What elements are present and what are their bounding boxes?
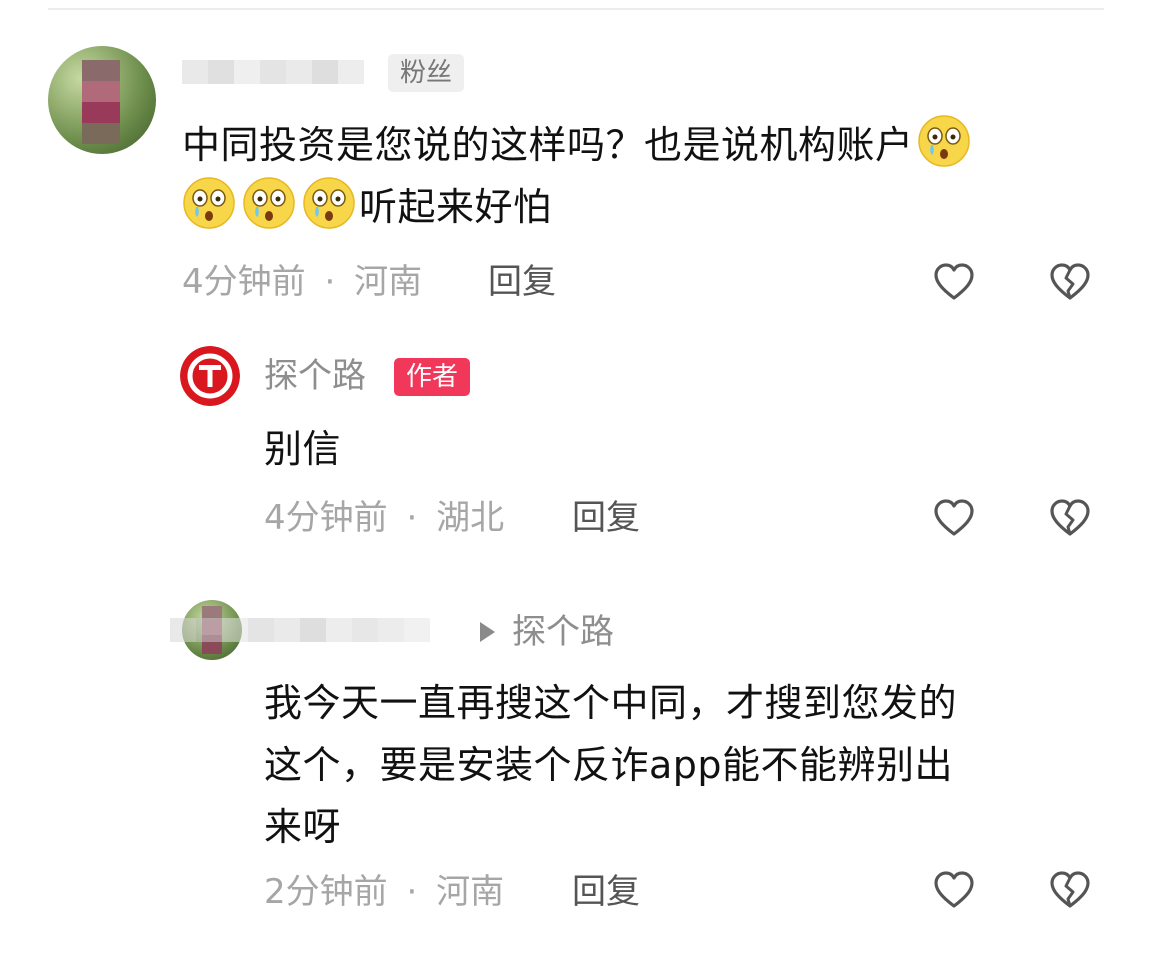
author-logo-icon (180, 346, 240, 406)
reply-arrow-icon (480, 622, 495, 642)
timestamp: 4分钟前 (182, 262, 306, 302)
like-heart-icon[interactable] (932, 868, 976, 912)
separator: · (406, 872, 418, 912)
location: 河南 (354, 262, 423, 302)
comment-text: 我今天一直再搜这个中同，才搜到您发的 这个，要是安装个反诈app能不能辨别出 来… (264, 672, 1124, 858)
comment-text-line: 中同投资是您说的这样吗？也是说机构账户 (182, 123, 914, 167)
dislike-broken-heart-icon[interactable] (1048, 260, 1092, 304)
avatar[interactable] (48, 46, 156, 154)
timestamp: 4分钟前 (264, 498, 388, 538)
reply-button[interactable]: 回复 (488, 262, 556, 302)
crying-face-emoji-icon (302, 176, 356, 230)
location: 河南 (436, 872, 505, 912)
crying-face-emoji-icon (182, 176, 236, 230)
crying-face-emoji-icon (242, 176, 296, 230)
comment-text-line: 这个，要是安装个反诈app能不能辨别出 (264, 743, 954, 787)
reply-button[interactable]: 回复 (572, 498, 640, 538)
like-heart-icon[interactable] (932, 496, 976, 540)
comment-text-line: 来呀 (264, 805, 342, 849)
separator: · (406, 498, 418, 538)
like-heart-icon[interactable] (932, 260, 976, 304)
separator: · (324, 262, 336, 302)
comment-text-line: 我今天一直再搜这个中同，才搜到您发的 (264, 681, 958, 725)
timestamp: 2分钟前 (264, 872, 388, 912)
fan-badge: 粉丝 (388, 54, 465, 92)
comment-text-line: 听起来好怕 (359, 185, 552, 229)
author-avatar[interactable] (180, 346, 240, 406)
blurred-username (170, 618, 430, 642)
crying-face-emoji-icon (917, 114, 971, 168)
top-divider (48, 8, 1104, 10)
dislike-broken-heart-icon[interactable] (1048, 868, 1092, 912)
comment-text: 别信 (264, 427, 342, 471)
username[interactable]: 探个路 (264, 356, 366, 396)
comment-meta: 4分钟前 · 湖北 (264, 498, 504, 538)
author-badge: 作者 (394, 358, 471, 396)
blurred-username (182, 60, 364, 84)
reply-button[interactable]: 回复 (572, 872, 640, 912)
dislike-broken-heart-icon[interactable] (1048, 496, 1092, 540)
comment-meta: 2分钟前 · 河南 (264, 872, 504, 912)
reply-to-username[interactable]: 探个路 (512, 612, 614, 652)
location: 湖北 (436, 498, 505, 538)
comment-meta: 4分钟前 · 河南 (182, 262, 422, 302)
comment-text: 中同投资是您说的这样吗？也是说机构账户 听起来好怕 (182, 114, 1102, 238)
